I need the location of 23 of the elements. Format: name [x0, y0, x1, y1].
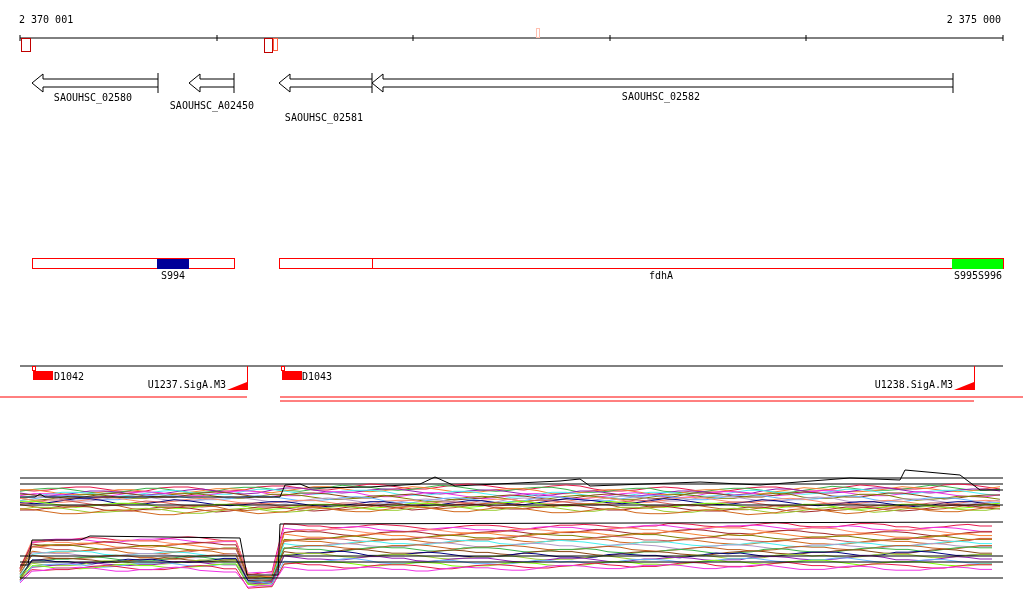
start-coordinate: 2 370 001 [19, 14, 74, 25]
gene-label: SAOUHSC_02582 [621, 91, 701, 102]
segment-label: S994 [160, 270, 186, 281]
segment-label: S995S996 [953, 270, 1003, 281]
segment-label: fdhA [648, 270, 674, 281]
end-coordinate: 2 375 000 [946, 14, 1001, 25]
promoter-label: U1238.SigA.M3 [874, 379, 953, 390]
gene-label: SAOUHSC_A02450 [169, 100, 255, 111]
ramp-marker[interactable] [954, 366, 975, 390]
promoter-label: D1043 [302, 371, 333, 382]
gene-arrow[interactable] [278, 72, 373, 94]
marker-rect [281, 366, 285, 371]
ramp-marker[interactable] [227, 366, 248, 390]
marker-rect [21, 38, 31, 52]
gene-label: SAOUHSC_02581 [284, 112, 364, 123]
gene-label: SAOUHSC_02580 [53, 92, 133, 103]
promoter-label: U1237.SigA.M3 [147, 379, 226, 390]
gene-arrow[interactable] [31, 72, 159, 94]
promoter-label: D1042 [54, 371, 85, 382]
gene-arrow[interactable] [188, 72, 235, 94]
gene-arrow[interactable] [371, 72, 954, 94]
marker-rect [536, 28, 540, 38]
marker-rect [32, 366, 36, 371]
